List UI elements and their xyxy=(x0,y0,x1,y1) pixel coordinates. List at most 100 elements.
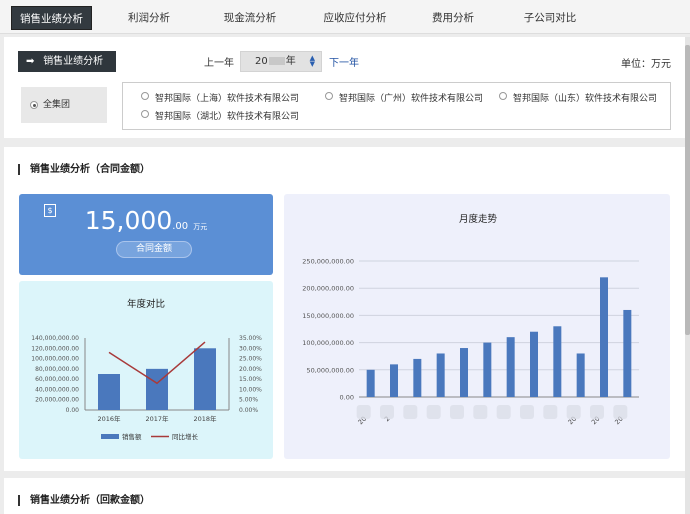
company-option[interactable]: 智邦国际（上海）软件技术有限公司 xyxy=(141,91,300,104)
redacted-label xyxy=(590,405,604,419)
redacted-label xyxy=(520,405,534,419)
scrollbar-thumb[interactable] xyxy=(685,45,690,335)
bar xyxy=(506,337,515,397)
legend-label: 同比增长 xyxy=(172,432,199,441)
annual-chart-card: 年度对比 0.00 20,000,000.00 40,000,000.00 60,000… xyxy=(19,281,273,459)
company-label: 智邦国际（山东）软件技术有限公司 xyxy=(513,94,658,104)
y-tick-label: 120,000,000.00 xyxy=(31,345,79,352)
y-tick-label: 20,000,000.00 xyxy=(35,397,79,404)
unit-label: 单位：万元 xyxy=(621,59,671,70)
year-prefix: 20 xyxy=(255,56,268,67)
kpi-label-button[interactable]: 合同金额 xyxy=(116,241,192,258)
bar xyxy=(146,368,168,410)
bar xyxy=(460,348,468,397)
bar xyxy=(600,277,608,397)
company-option[interactable]: 智邦国际（山东）软件技术有限公司 xyxy=(499,91,658,104)
radio-icon xyxy=(499,92,507,100)
tab-subsidiary-compare[interactable]: 子公司对比 xyxy=(514,6,586,30)
tab-profit-analysis[interactable]: 利润分析 xyxy=(117,6,181,30)
y-tick-label: 100,000,000.00 xyxy=(302,339,354,347)
legend-swatch-bar xyxy=(101,434,119,439)
y-tick-label: 40,000,000.00 xyxy=(35,386,79,393)
y-tick-label: 150,000,000.00 xyxy=(302,312,354,320)
y-tick-label: 60,000,000.00 xyxy=(35,376,79,383)
x-tick-label: 2018年 xyxy=(193,414,217,423)
bar xyxy=(576,353,585,397)
contract-amount-panel: 销售业绩分析（合同金额） $ 15,000.00 万元 合同金额 年度对比 0.0… xyxy=(4,147,685,471)
redacted-label xyxy=(380,405,394,419)
y2-tick-label: 0.00% xyxy=(239,407,258,414)
section-button[interactable]: ➡ 销售业绩分析 xyxy=(18,51,116,72)
tab-expense-analysis[interactable]: 费用分析 xyxy=(422,6,484,30)
chart-title: 月度走势 xyxy=(459,213,498,225)
y2-tick-label: 20.00% xyxy=(239,366,262,373)
redacted-label xyxy=(566,405,581,419)
redacted-label xyxy=(473,405,488,419)
y-tick-label: 200,000,000.00 xyxy=(302,285,354,293)
radio-icon xyxy=(325,92,333,100)
bar xyxy=(194,348,216,410)
kpi-value: 15,000.00 万元 xyxy=(19,206,273,235)
year-select[interactable]: 20 年 ▲ ▼ xyxy=(240,51,322,72)
updown-icon: ▲ ▼ xyxy=(309,54,315,68)
year-suffix: 年 xyxy=(285,56,296,67)
bar xyxy=(390,364,398,397)
monthly-chart: 月度走势 0.00 50,000,000.00 100,000,000.00 150,0… xyxy=(302,213,639,426)
y-tick-label: 50,000,000.00 xyxy=(306,366,354,374)
y-tick-label: 100,000,000.00 xyxy=(31,356,79,363)
kpi-value-int: 15,000 xyxy=(84,206,173,235)
redacted-year xyxy=(268,57,285,65)
next-year-link[interactable]: 下一年 xyxy=(329,54,359,69)
monthly-chart-card: 月度走势 0.00 50,000,000.00 100,000,000.00 150,0… xyxy=(284,194,670,459)
x-tick-label: 2017年 xyxy=(145,414,169,423)
y-tick-label: 250,000,000.00 xyxy=(302,258,354,266)
bar xyxy=(530,331,538,397)
tab-sales-performance[interactable]: 销售业绩分析 xyxy=(11,6,92,30)
company-label: 智邦国际（上海）软件技术有限公司 xyxy=(155,94,300,104)
tab-cashflow-analysis[interactable]: 现金流分析 xyxy=(214,6,286,30)
radio-icon xyxy=(141,92,149,100)
y2-tick-label: 10.00% xyxy=(239,386,262,393)
kpi-unit: 万元 xyxy=(193,223,208,231)
y-tick-label: 0.00 xyxy=(66,407,80,414)
bar xyxy=(98,374,120,410)
y-tick-label: 140,000,000.00 xyxy=(31,335,79,342)
annual-chart: 年度对比 0.00 20,000,000.00 40,000,000.00 60,000… xyxy=(31,298,262,441)
company-label: 智邦国际（广州）软件技术有限公司 xyxy=(339,94,484,104)
section-button-label: 销售业绩分析 xyxy=(43,56,104,67)
redacted-label xyxy=(496,405,511,419)
y2-tick-label: 35.00% xyxy=(239,335,262,342)
y2-tick-label: 5.00% xyxy=(239,397,258,404)
y-tick-label: 80,000,000.00 xyxy=(35,366,79,373)
x-tick-label: 2016年 xyxy=(97,414,121,423)
kpi-card: $ 15,000.00 万元 合同金额 xyxy=(19,194,273,275)
scrollbar[interactable] xyxy=(685,37,690,514)
all-group-label: 全集团 xyxy=(43,100,71,110)
y-tick-label: 0.00 xyxy=(340,394,354,402)
module-tabs: 销售业绩分析 利润分析 现金流分析 应收应付分析 费用分析 子公司对比 xyxy=(0,0,690,34)
y2-tick-label: 25.00% xyxy=(239,356,262,363)
redacted-label xyxy=(356,405,371,419)
company-option[interactable]: 智邦国际（广州）软件技术有限公司 xyxy=(325,91,484,104)
company-label: 智邦国际（湖北）软件技术有限公司 xyxy=(155,112,300,122)
bar xyxy=(483,342,492,397)
chart-title: 年度对比 xyxy=(127,298,165,310)
y2-tick-label: 30.00% xyxy=(239,345,262,352)
arrow-right-icon: ➡ xyxy=(26,56,35,67)
company-list: 智邦国际（上海）软件技术有限公司 智邦国际（广州）软件技术有限公司 智邦国际（山… xyxy=(122,82,671,130)
bar xyxy=(366,369,375,397)
redacted-label xyxy=(450,405,464,419)
company-option[interactable]: 智邦国际（湖北）软件技术有限公司 xyxy=(141,109,300,122)
prev-year-link[interactable]: 上一年 xyxy=(204,54,234,69)
all-group-option[interactable]: 全集团 xyxy=(21,87,107,123)
radio-icon xyxy=(141,110,149,118)
legend-label: 销售额 xyxy=(122,432,142,441)
redacted-label xyxy=(543,405,558,419)
tab-receivable-payable[interactable]: 应收应付分析 xyxy=(313,6,397,30)
filter-panel: ➡ 销售业绩分析 上一年 20 年 ▲ ▼ 下一年 单位：万元 全集团 智邦国际（上… xyxy=(4,37,685,138)
bar xyxy=(623,309,632,397)
radio-selected-icon xyxy=(30,101,38,109)
bar xyxy=(553,326,562,397)
payment-amount-panel: 销售业绩分析（回款金额） xyxy=(4,478,685,514)
redacted-label xyxy=(426,405,441,419)
